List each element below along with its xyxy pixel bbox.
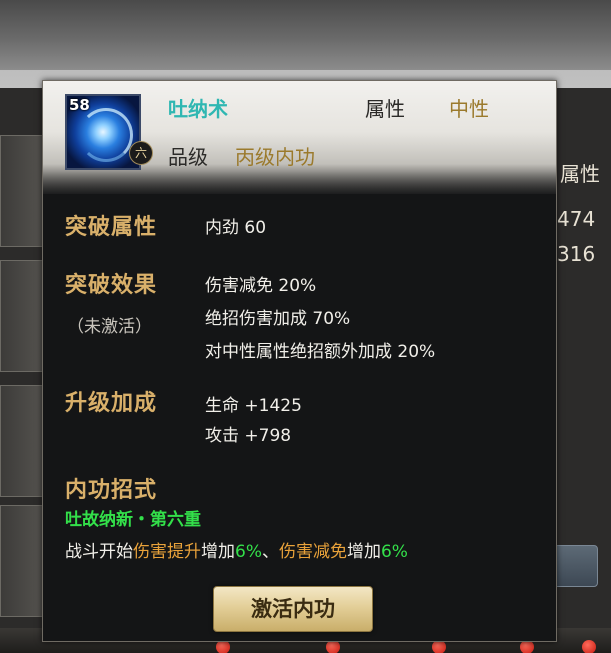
attribute-value: 中性 [449,97,489,121]
breakthrough-effect-line-3: 对中性属性绝招额外加成 20% [205,342,436,362]
moves-title: 内功招式 [65,478,158,503]
grade-label: 品级 [168,145,208,169]
background-value-2: 316 [557,242,596,266]
skill-tooltip: 58 六 吐纳术 属性 中性 品级 丙级内功 突破属性 内劲 60 突破效果 （… [42,80,557,642]
tier-badge: 六 [129,141,153,165]
attribute-label: 属性 [365,97,405,121]
value-1: 6% [235,542,262,562]
breakthrough-effect-line-2: 绝招伤害加成 70% [205,309,351,329]
skill-level: 58 [69,96,90,114]
skill-name: 吐纳术 [168,97,228,121]
activate-skill-button[interactable]: 激活内功 [213,586,373,632]
left-tab-2[interactable] [0,260,44,372]
upgrade-bonus-line-2: 攻击 +798 [205,426,292,446]
upgrade-bonus-line-1: 生命 +1425 [205,396,302,416]
background-value-1: 474 [557,207,596,231]
upgrade-bonus-title: 升级加成 [65,391,158,416]
move-name: 吐故纳新・第六重 [65,510,201,530]
notification-dot [582,640,596,653]
left-tab-3[interactable] [0,385,44,497]
left-tab-4[interactable] [0,505,44,617]
breakthrough-effect-title: 突破效果 [65,273,158,298]
grade-value: 丙级内功 [235,145,315,169]
background-attr-label: 属性 [560,162,600,186]
breakthrough-effect-status: （未激活） [67,317,152,337]
breakthrough-attr-title: 突破属性 [65,215,158,240]
breakthrough-attr-line: 内劲 60 [205,218,267,238]
highlight-damage-boost: 伤害提升 [133,542,201,562]
value-2: 6% [380,542,408,562]
background-top [0,0,611,70]
breakthrough-effect-line-1: 伤害减免 20% [205,276,317,296]
left-tab-1[interactable] [0,135,44,247]
move-effect: 战斗开始伤害提升增加6%、伤害减免增加6% [65,542,408,562]
highlight-damage-reduction: 伤害减免 [278,542,347,562]
